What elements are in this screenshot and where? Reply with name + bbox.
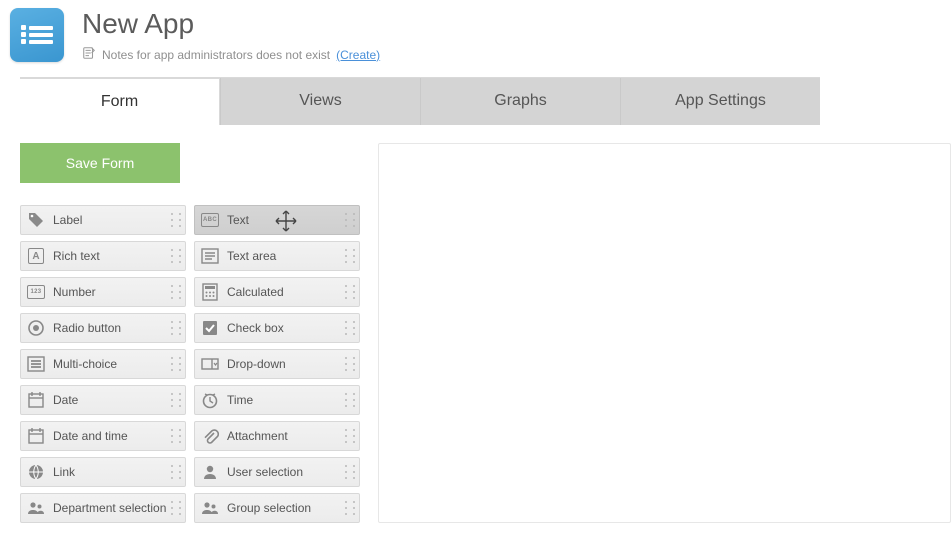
group-icon xyxy=(201,499,219,517)
field-label-text: Date xyxy=(53,393,78,407)
drag-handle-icon xyxy=(171,284,181,300)
checkbox-icon xyxy=(201,319,219,337)
field-label-text: Calculated xyxy=(227,285,284,299)
field-label-text: Rich text xyxy=(53,249,100,263)
field-label-text: Text xyxy=(227,213,249,227)
text-area-icon xyxy=(201,247,219,265)
field-multi-choice[interactable]: Multi-choice xyxy=(20,349,186,379)
user-icon xyxy=(201,463,219,481)
field-label-text: Check box xyxy=(227,321,284,335)
field-text-area[interactable]: Text area xyxy=(194,241,360,271)
drag-handle-icon xyxy=(345,212,355,228)
notes-text: Notes for app administrators does not ex… xyxy=(102,48,330,62)
drag-handle-icon xyxy=(171,356,181,372)
calculator-icon xyxy=(201,283,219,301)
field-group-selection[interactable]: Group selection xyxy=(194,493,360,523)
field-rich-text[interactable]: A Rich text xyxy=(20,241,186,271)
dropdown-icon xyxy=(201,355,219,373)
drag-handle-icon xyxy=(345,284,355,300)
field-label-text: Attachment xyxy=(227,429,288,443)
field-date-and-time[interactable]: Date and time xyxy=(20,421,186,451)
field-radio-button[interactable]: Radio button xyxy=(20,313,186,343)
page-title: New App xyxy=(82,8,380,40)
field-label-text: Number xyxy=(53,285,96,299)
field-label-text: Text area xyxy=(227,249,276,263)
calendar-icon xyxy=(27,427,45,445)
rich-text-icon: A xyxy=(27,247,45,265)
notes-icon xyxy=(82,46,96,63)
field-drop-down[interactable]: Drop-down xyxy=(194,349,360,379)
save-form-button[interactable]: Save Form xyxy=(20,143,180,183)
department-icon xyxy=(27,499,45,517)
drag-handle-icon xyxy=(345,248,355,264)
field-label-text: Radio button xyxy=(53,321,121,335)
field-check-box[interactable]: Check box xyxy=(194,313,360,343)
globe-icon xyxy=(27,463,45,481)
drag-handle-icon xyxy=(171,392,181,408)
field-number[interactable]: 123 Number xyxy=(20,277,186,307)
tab-bar: Form Views Graphs App Settings xyxy=(20,77,820,125)
paperclip-icon xyxy=(201,427,219,445)
field-label-text: Date and time xyxy=(53,429,128,443)
field-label-text: Group selection xyxy=(227,501,311,515)
field-label-text: Drop-down xyxy=(227,357,286,371)
field-link[interactable]: Link xyxy=(20,457,186,487)
field-label-text: User selection xyxy=(227,465,303,479)
radio-icon xyxy=(27,319,45,337)
field-attachment[interactable]: Attachment xyxy=(194,421,360,451)
drag-handle-icon xyxy=(171,428,181,444)
field-text[interactable]: ABC Text xyxy=(194,205,360,235)
drag-handle-icon xyxy=(171,500,181,516)
field-user-selection[interactable]: User selection xyxy=(194,457,360,487)
number-icon: 123 xyxy=(27,283,45,301)
tag-icon xyxy=(27,211,45,229)
field-label-text: Multi-choice xyxy=(53,357,117,371)
field-palette: Label ABC Text A Rich text xyxy=(20,205,360,523)
field-time[interactable]: Time xyxy=(194,385,360,415)
form-canvas[interactable] xyxy=(378,143,951,523)
field-calculated[interactable]: Calculated xyxy=(194,277,360,307)
drag-handle-icon xyxy=(171,464,181,480)
clock-icon xyxy=(201,391,219,409)
drag-handle-icon xyxy=(345,356,355,372)
drag-handle-icon xyxy=(345,464,355,480)
multi-choice-icon xyxy=(27,355,45,373)
tab-graphs[interactable]: Graphs xyxy=(420,78,620,125)
drag-handle-icon xyxy=(171,212,181,228)
tab-views[interactable]: Views xyxy=(220,78,420,125)
tab-app-settings[interactable]: App Settings xyxy=(620,78,820,125)
app-icon xyxy=(10,8,64,62)
text-abc-icon: ABC xyxy=(201,211,219,229)
field-date[interactable]: Date xyxy=(20,385,186,415)
drag-handle-icon xyxy=(345,428,355,444)
field-label-text: Label xyxy=(53,213,82,227)
drag-handle-icon xyxy=(345,320,355,336)
move-cursor-icon xyxy=(273,208,299,234)
drag-handle-icon xyxy=(171,320,181,336)
field-department-selection[interactable]: Department selection xyxy=(20,493,186,523)
tab-form[interactable]: Form xyxy=(20,78,220,125)
field-label-text: Link xyxy=(53,465,75,479)
calendar-icon xyxy=(27,391,45,409)
field-label-text: Department selection xyxy=(53,501,166,515)
drag-handle-icon xyxy=(171,248,181,264)
field-label[interactable]: Label xyxy=(20,205,186,235)
drag-handle-icon xyxy=(345,500,355,516)
drag-handle-icon xyxy=(345,392,355,408)
field-label-text: Time xyxy=(227,393,253,407)
create-notes-link[interactable]: (Create) xyxy=(336,48,380,62)
